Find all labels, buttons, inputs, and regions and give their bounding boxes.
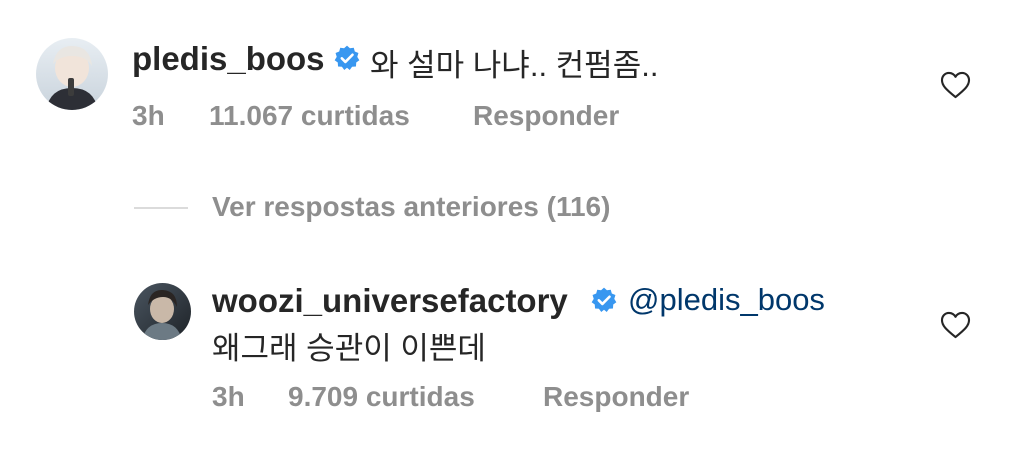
mention-link[interactable]: @pledis_boos [628,282,825,318]
comment-likes-count[interactable]: 9.709 curtidas [288,381,475,413]
view-previous-replies-button[interactable]: Ver respostas anteriores (116) [212,191,610,223]
comment-username[interactable]: pledis_boos [132,40,325,78]
avatar[interactable] [134,283,191,340]
comments-section: pledis_boos 와 설마 나냐.. 컨펌좀.. 3h 11.067 cu… [0,0,1024,462]
verified-badge-icon [334,45,360,76]
comment-username[interactable]: woozi_universefactory [212,282,568,320]
reply-button[interactable]: Responder [473,100,619,132]
comment-timestamp: 3h [132,100,165,131]
comment-text: 왜그래 승관이 이쁜데 [212,331,486,366]
comment-text: 와 설마 나냐.. 컨펌좀.. [370,48,659,83]
comment-likes-count[interactable]: 11.067 curtidas [209,100,410,132]
heart-outline-icon[interactable] [940,311,971,344]
comment-timestamp: 3h [212,381,245,412]
heart-outline-icon[interactable] [940,71,971,104]
reply-button[interactable]: Responder [543,381,689,413]
thread-line [134,207,188,209]
verified-badge-icon [591,287,617,318]
avatar[interactable] [36,38,108,110]
